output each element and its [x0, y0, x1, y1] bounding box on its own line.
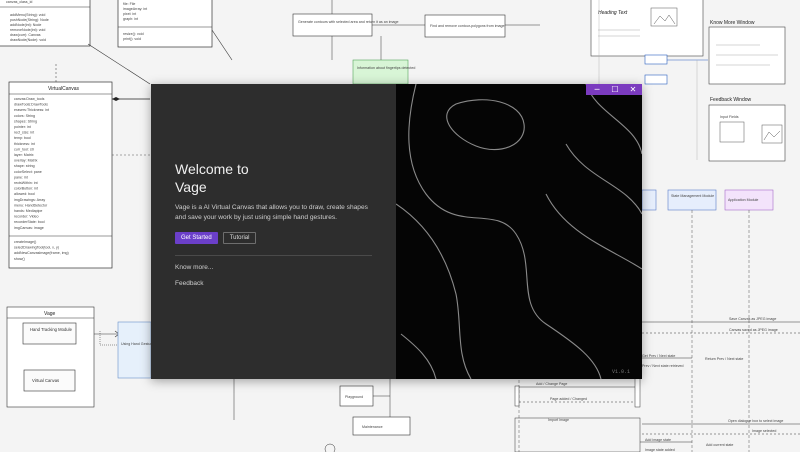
top-class-attr: canvas_class_id: [6, 0, 32, 4]
sketch-label: Know More Window: [710, 20, 755, 26]
action-buttons: Get Started Tutorial: [175, 232, 257, 244]
uml-class-field: pane: int: [14, 175, 28, 179]
uml-class-field: recorderState: bool: [14, 220, 45, 224]
uml-class-field: shapes: String: [14, 119, 37, 123]
uml-class-title: VirtualCanvas: [48, 86, 80, 92]
seq-message: Open dialogue box to select image: [728, 419, 783, 423]
class-method: print(): void: [123, 37, 141, 41]
uml-class-field: recorder: Video: [14, 215, 39, 219]
sketch-label: Feedback Window: [710, 97, 752, 103]
flow-box-text: Find and remove contour-polygons from im…: [430, 24, 505, 28]
top-class-field: addNode(int): Node: [10, 23, 41, 27]
window-titlebar: ─ ☐ ✕: [586, 84, 642, 95]
uml-class-field: pointer: int: [14, 125, 31, 129]
seq-header: State Management Module: [671, 194, 714, 198]
version-label: V1.0.1: [611, 369, 630, 375]
seq-message: Add current state: [706, 443, 733, 447]
flow-box: Playground: [345, 395, 363, 399]
uml-class-field: colorButton: int: [14, 187, 38, 191]
uml-class-field: menu: HandDetector: [14, 203, 48, 207]
divider: [175, 255, 372, 256]
uml-class-field: drawTools:DrawTools: [14, 103, 48, 107]
class-field: graph: int: [123, 17, 138, 21]
uml-class-field: hands: Mediapipe: [14, 209, 42, 213]
uml-class-field: overlay: Matrix: [14, 159, 38, 163]
seq-message: Save Canvas as JPEG image: [729, 317, 776, 321]
uml-class-top-left: canvas_class_id addMenu(String): void pu…: [0, 0, 91, 47]
seq-message: Canvas saved as JPEG image: [729, 328, 778, 332]
sketch-label: Input Fields: [720, 115, 739, 119]
welcome-title: Welcome to Vage: [175, 160, 375, 196]
uml-class-field: allowed: bool: [14, 192, 35, 196]
top-class-field: pushNode(String): Node: [10, 18, 49, 22]
sketch-label: Heading Text: [598, 10, 628, 16]
uml-class-field: colors: String: [14, 114, 35, 118]
feedback-link[interactable]: Feedback: [175, 280, 204, 287]
seq-message: Import image: [548, 418, 569, 422]
seq-message: Page added / Changed: [550, 397, 587, 401]
top-class-field: addMenu(String): void: [10, 13, 45, 17]
uml-class-field: erasers:Thickness: int: [14, 108, 49, 112]
module-box: Virtual Canvas: [32, 378, 59, 383]
top-class-field: removeNode(int): void: [10, 28, 45, 32]
uml-class-field: imgCanvas: image: [14, 226, 44, 230]
top-class-field: draw(curr): Canvas: [10, 33, 41, 37]
class-method: resize(): void: [123, 32, 144, 36]
uml-class-method: show(): [14, 257, 25, 261]
tutorial-button[interactable]: Tutorial: [222, 232, 257, 244]
flow-box-text: Information about fingertips detected: [357, 66, 415, 70]
flow-box: Maintenance: [362, 425, 383, 429]
welcome-title-text: Welcome to Vage: [175, 161, 249, 195]
welcome-panel: Welcome to Vage Vage is a AI Virtual Can…: [151, 84, 396, 379]
app-description: Vage is a AI Virtual Canvas that allows …: [175, 204, 368, 221]
seq-header: Application Module: [728, 198, 758, 202]
uml-class-field: imgDrawings: Array: [14, 198, 45, 202]
contour-art-panel: ─ ☐ ✕ V1.0.1: [396, 84, 642, 379]
know-more-link[interactable]: Know more...: [175, 264, 213, 271]
uml-class-field: rectsWithin: int: [14, 181, 38, 185]
uml-class-field: curr_tool: str: [14, 147, 35, 151]
contour-lines-graphic: [396, 84, 642, 379]
seq-message: Add / Change Page: [536, 382, 567, 386]
seq-message: Image selected: [752, 429, 776, 433]
seq-message: Add image state: [645, 438, 671, 442]
top-class-field: drawNode(Node): void: [10, 38, 46, 42]
maximize-icon[interactable]: ☐: [606, 84, 624, 95]
uml-class-method: selectDrawingTool(tool, x, y): [14, 246, 59, 250]
class-field: imageArray: int: [123, 7, 147, 11]
class-field: pixel: int: [123, 12, 136, 16]
uml-class-field: canvas:Draw_tools: [14, 97, 45, 101]
uml-class-field: colorSelect: pane: [14, 170, 42, 174]
uml-class-field: temp: bool: [14, 136, 31, 140]
minimize-icon[interactable]: ─: [588, 84, 606, 95]
uml-class-field: layer: Matrix: [14, 153, 34, 157]
get-started-button[interactable]: Get Started: [175, 232, 218, 244]
uml-class-method: addNewCanvasImage(frame, img): [14, 251, 69, 255]
uml-class-field: rect_size: int: [14, 131, 34, 135]
uml-class-top-middle: file: File imageArray: int pixel: int gr…: [117, 0, 213, 48]
module-box: Hand Tracking Module: [30, 327, 73, 332]
class-field: file: File: [123, 2, 135, 6]
seq-message: Get Prev / Next state: [642, 354, 675, 358]
seq-message: Return Prev / Next state: [705, 357, 743, 361]
uml-class-field: shape: string: [14, 164, 35, 168]
close-icon[interactable]: ✕: [624, 84, 642, 95]
uml-class-method: createImage(): [14, 240, 36, 244]
vage-app-window: Welcome to Vage Vage is a AI Virtual Can…: [151, 84, 642, 379]
module-title: Vage: [44, 311, 56, 317]
uml-class-virtual-canvas: VirtualCanvas canvas:Draw_tools drawTools…: [8, 81, 113, 269]
seq-message: Image state added: [645, 448, 675, 452]
flow-box-text: Generate contours with selected area and…: [298, 20, 398, 24]
seq-message: Prev / Next state retrieved: [642, 364, 684, 368]
uml-class-field: thickness: int: [14, 142, 35, 146]
